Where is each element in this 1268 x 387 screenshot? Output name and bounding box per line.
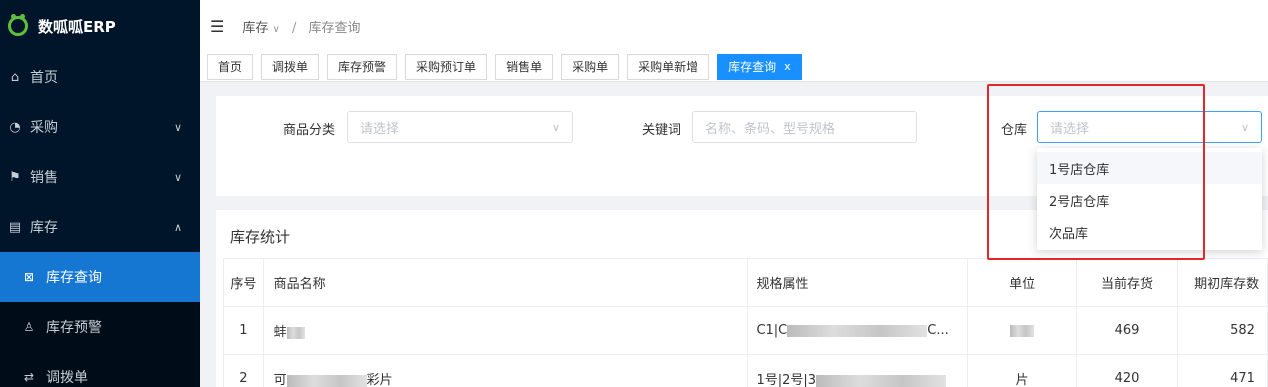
sidebar-item-label: 采购 — [30, 120, 58, 136]
product-name-cell: 蚌 — [262, 306, 749, 355]
sidebar-item-label: 首页 — [30, 70, 58, 86]
home-icon: ⌂ — [10, 69, 20, 85]
column-header: 规格属性 — [747, 258, 969, 307]
tab-home[interactable]: 首页 — [207, 53, 254, 80]
column-header: 商品名称 — [262, 258, 749, 307]
sidebar-item-label: 销售 — [30, 170, 58, 186]
warehouse-label: 仓库 — [1001, 123, 1028, 138]
current-stock: 420 — [1076, 354, 1179, 387]
sidebar-item-label: 库存查询 — [46, 270, 102, 286]
initial-stock: 582 — [1177, 306, 1268, 355]
table-header-row: 序号 商品名称 规格属性 单位 当前存货 期初库存数 — [223, 258, 1268, 307]
tab-sales-order[interactable]: 销售单 — [495, 53, 554, 80]
column-header: 序号 — [223, 258, 264, 307]
app-title: 数呱呱ERP — [38, 17, 116, 36]
product-name-tail: 彩片 — [366, 373, 393, 387]
initial-stock: 471 — [1177, 354, 1268, 387]
sidebar-item-inventory-query[interactable]: ⊠ 库存查询 — [0, 252, 200, 302]
table-row[interactable]: 2 可 彩片 1号|2号|3 片 420 471 — [223, 354, 1268, 387]
category-select[interactable]: 请选择 ∨ — [347, 111, 573, 143]
spec-value: 1号|2号|3 — [756, 373, 817, 387]
keyword-input[interactable]: 名称、条码、型号规格 — [692, 111, 917, 143]
product-name-cell: 可 彩片 — [262, 354, 749, 387]
spec-tail: C... — [927, 323, 949, 338]
product-name: 可 — [273, 373, 287, 387]
warehouse-option[interactable]: 次品库 — [1037, 216, 1262, 248]
warehouse-dropdown: 1号店仓库 2号店仓库 次品库 — [1037, 148, 1262, 250]
column-header: 单位 — [967, 258, 1078, 307]
frog-logo-icon — [8, 14, 28, 36]
card-title: 库存统计 — [230, 228, 291, 246]
tab-purchase-preorder[interactable]: 采购预订单 — [405, 53, 488, 80]
sidebar-item-label: 调拨单 — [46, 370, 88, 386]
sidebar-item-sales[interactable]: ⚑ 销售 ∨ — [0, 152, 200, 202]
warehouse-select[interactable]: 请选择 ∨ — [1037, 111, 1262, 143]
spec-cell: 1号|2号|3 — [747, 354, 969, 387]
product-name: 蚌 — [273, 325, 287, 340]
chevron-down-icon: ∨ — [173, 170, 182, 184]
redacted-text — [286, 326, 305, 339]
flag-icon: ⚑ — [9, 169, 21, 185]
chevron-up-icon: ∧ — [173, 220, 182, 234]
bell-icon: ♙ — [23, 320, 35, 334]
column-header: 当前存货 — [1076, 258, 1179, 307]
unit-cell — [967, 306, 1078, 355]
current-stock: 469 — [1076, 306, 1179, 355]
row-number: 1 — [223, 306, 264, 355]
redacted-text — [1010, 324, 1035, 337]
category-label: 商品分类 — [283, 123, 336, 138]
tab-purchase-order-new[interactable]: 采购单新增 — [627, 53, 710, 80]
sidebar-item-purchase[interactable]: ◔ 采购 ∨ — [0, 102, 200, 152]
warehouse-placeholder: 请选择 — [1050, 121, 1090, 137]
tab-purchase-order[interactable]: 采购单 — [561, 53, 620, 80]
chevron-down-icon: ∨ — [272, 23, 280, 35]
warehouse-option[interactable]: 2号店仓库 — [1037, 184, 1262, 216]
row-number: 2 — [223, 354, 264, 387]
redacted-text — [816, 374, 947, 387]
chevron-down-icon: ∨ — [551, 120, 560, 134]
unit-cell: 片 — [967, 354, 1078, 387]
tab-inventory-query[interactable]: 库存查询 x — [717, 53, 802, 80]
column-header: 期初库存数 — [1177, 258, 1268, 307]
inventory-table: 序号 商品名称 规格属性 单位 当前存货 期初库存数 1 蚌 C1|C C... … — [223, 258, 1268, 387]
close-icon[interactable]: x — [784, 60, 791, 73]
sidebar-item-label: 库存 — [30, 220, 58, 236]
sidebar-item-inventory[interactable]: ▤ 库存 ∧ — [0, 202, 200, 252]
top-header: ☰ 库存 ∨ / 库存查询 — [200, 0, 1268, 52]
breadcrumb-separator: / — [291, 20, 297, 36]
warehouse-option[interactable]: 1号店仓库 — [1037, 152, 1262, 184]
category-placeholder: 请选择 — [360, 121, 400, 137]
chevron-down-icon: ∨ — [173, 120, 182, 134]
keyword-label: 关键词 — [642, 123, 682, 138]
app-logo[interactable]: 数呱呱ERP — [0, 0, 200, 52]
tab-bar: 首页 调拨单 库存预警 采购预订单 销售单 采购单 采购单新增 库存查询 x — [200, 52, 1268, 82]
sidebar-item-label: 库存预警 — [46, 320, 102, 336]
grid-icon: ⊠ — [23, 270, 35, 284]
chevron-down-icon: ∨ — [1240, 120, 1249, 134]
breadcrumb: 库存 ∨ / 库存查询 — [242, 17, 360, 36]
breadcrumb-current: 库存查询 — [308, 20, 361, 36]
spec-cell: C1|C C... — [747, 306, 969, 355]
keyword-placeholder: 名称、条码、型号规格 — [705, 121, 836, 137]
sidebar-item-inventory-alert[interactable]: ♙ 库存预警 — [0, 302, 200, 352]
redacted-text — [286, 374, 367, 387]
sidebar-item-transfer[interactable]: ⇄ 调拨单 — [0, 352, 200, 387]
spec-value: C1|C — [756, 323, 788, 338]
table-row[interactable]: 1 蚌 C1|C C... 469 582 — [223, 306, 1268, 355]
menu-fold-icon[interactable]: ☰ — [210, 17, 224, 36]
transfer-icon: ⇄ — [23, 370, 35, 384]
sidebar-item-home[interactable]: ⌂ 首页 — [0, 52, 200, 102]
sidebar: 数呱呱ERP ⌂ 首页 ◔ 采购 ∨ ⚑ 销售 ∨ ▤ 库存 ∧ ⊠ 库存查询 … — [0, 0, 200, 387]
breadcrumb-item[interactable]: 库存 — [242, 21, 268, 36]
tab-inventory-alert[interactable]: 库存预警 — [327, 53, 398, 80]
redacted-text — [787, 324, 928, 337]
warehouse-icon: ▤ — [8, 219, 22, 235]
purchase-icon: ◔ — [9, 119, 21, 135]
tab-label: 库存查询 — [728, 60, 777, 74]
tab-transfer[interactable]: 调拨单 — [261, 53, 320, 80]
